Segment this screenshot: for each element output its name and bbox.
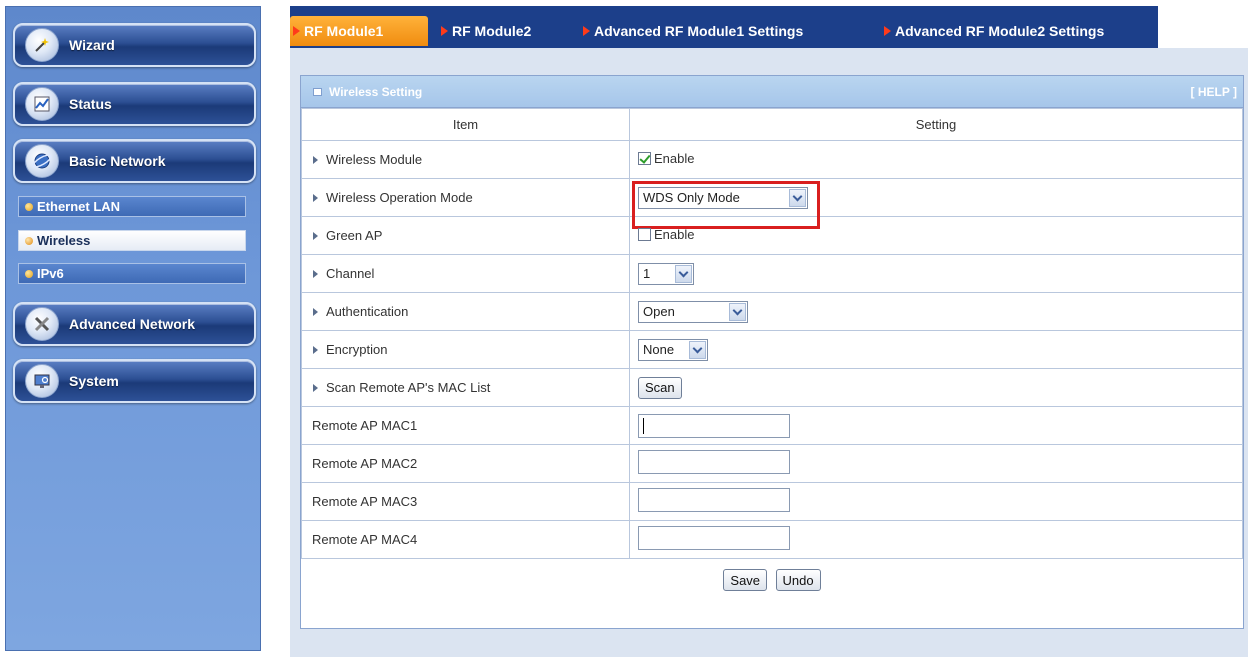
channel-select[interactable]: 1 (638, 262, 694, 285)
green-ap-enable-checkbox[interactable]: Enable (638, 227, 694, 242)
select-value: 1 (643, 266, 651, 281)
sidebar-item-label: Status (69, 96, 112, 112)
undo-button[interactable]: Undo (775, 569, 821, 591)
row-label: Encryption (301, 330, 630, 369)
sidebar-item-advanced-network[interactable]: Advanced Network (13, 302, 256, 346)
sidebar-item-label: Basic Network (69, 153, 166, 169)
chevron-down-icon (689, 340, 706, 359)
checkbox-unchecked-icon (638, 228, 651, 241)
form-actions: Save Undo (301, 569, 1243, 591)
chevron-down-icon (675, 264, 692, 283)
window-icon (313, 88, 322, 96)
row-label: Channel (301, 254, 630, 293)
row-label: Remote AP MAC1 (301, 406, 630, 445)
checkbox-label: Enable (654, 151, 695, 166)
scan-button[interactable]: Scan (638, 376, 682, 399)
panel-title: Wireless Setting (329, 85, 423, 99)
sidebar: Wizard Status Basic Network Ethernet LAN… (5, 6, 261, 651)
sidebar-subitem-label: Ethernet LAN (37, 199, 121, 214)
tab-bar: RF Module1 RF Module2 Advanced RF Module… (290, 6, 1158, 48)
row-label: Green AP (301, 216, 630, 255)
tab-label: RF Module2 (452, 23, 532, 39)
row-label: Remote AP MAC4 (301, 520, 630, 559)
row-label: Remote AP MAC2 (301, 444, 630, 483)
table-row: Authentication Open (301, 292, 1243, 331)
table-row: Remote AP MAC2 (301, 444, 1243, 483)
sidebar-subitem-label: IPv6 (37, 266, 64, 281)
sidebar-item-status[interactable]: Status (13, 82, 256, 126)
table-row: Remote AP MAC1 (301, 406, 1243, 445)
table-row: Wireless Module Enable (301, 140, 1243, 179)
checkbox-checked-icon (638, 152, 651, 165)
bullet-icon (25, 270, 33, 278)
chevron-down-icon (729, 302, 746, 321)
tab-rf-module1[interactable]: RF Module1 (290, 16, 428, 46)
operation-mode-select[interactable]: WDS Only Mode (638, 186, 808, 209)
arrow-right-icon (884, 26, 891, 36)
column-header-item: Item (301, 108, 630, 141)
tools-icon (25, 307, 59, 341)
tab-advanced-rf-module2-settings[interactable]: Advanced RF Module2 Settings (881, 16, 1104, 46)
tab-label: Advanced RF Module2 Settings (895, 23, 1105, 39)
table-row: Green AP Enable (301, 216, 1243, 255)
row-label: Remote AP MAC3 (301, 482, 630, 521)
remote-ap-mac2-input[interactable] (638, 450, 790, 474)
row-label: Authentication (301, 292, 630, 331)
chevron-down-icon (789, 188, 806, 207)
tab-rf-module2[interactable]: RF Module2 (438, 16, 531, 46)
row-label: Wireless Operation Mode (301, 178, 630, 217)
table-row: Encryption None (301, 330, 1243, 369)
help-link[interactable]: [ HELP ] (1191, 85, 1237, 99)
sidebar-item-basic-network[interactable]: Basic Network (13, 139, 256, 183)
arrow-right-icon (293, 26, 300, 36)
table-row: Wireless Operation Mode WDS Only Mode (301, 178, 1243, 229)
sidebar-subitem-ethernet-lan[interactable]: Ethernet LAN (18, 196, 246, 217)
checkbox-label: Enable (654, 227, 695, 242)
table-header-row: Item Setting (301, 108, 1243, 141)
tab-label: Advanced RF Module1 Settings (594, 23, 804, 39)
remote-ap-mac1-input[interactable] (638, 413, 790, 438)
table-row: Remote AP MAC3 (301, 482, 1243, 521)
select-value: None (643, 342, 675, 357)
select-value: WDS Only Mode (643, 190, 740, 205)
arrow-right-icon (583, 26, 590, 36)
sidebar-subitem-wireless[interactable]: Wireless (18, 230, 246, 251)
sidebar-item-label: System (69, 373, 119, 389)
chart-icon (25, 87, 59, 121)
table-row: Remote AP MAC4 (301, 520, 1243, 559)
authentication-select[interactable]: Open (638, 300, 748, 323)
sidebar-item-system[interactable]: System (13, 359, 256, 403)
encryption-select[interactable]: None (638, 338, 708, 361)
remote-ap-mac3-input[interactable] (638, 488, 790, 512)
arrow-right-icon (441, 26, 448, 36)
sidebar-subitem-label: Wireless (37, 233, 91, 248)
panel-header: Wireless Setting [ HELP ] (301, 76, 1243, 108)
bullet-icon (25, 203, 33, 211)
table-row: Scan Remote AP's MAC List Scan (301, 368, 1243, 407)
select-value: Open (643, 304, 675, 319)
row-label: Scan Remote AP's MAC List (301, 368, 630, 407)
save-button[interactable]: Save (723, 569, 768, 591)
column-header-setting: Setting (629, 108, 1243, 141)
sidebar-subitem-ipv6[interactable]: IPv6 (18, 263, 246, 284)
settings-table: Item Setting Wireless Module Enable Wire… (301, 108, 1243, 559)
tab-advanced-rf-module1-settings[interactable]: Advanced RF Module1 Settings (580, 16, 803, 46)
router-admin-page: Wizard Status Basic Network Ethernet LAN… (0, 0, 1248, 657)
globe-icon (25, 144, 59, 178)
row-label: Wireless Module (301, 140, 630, 179)
table-row: Channel 1 (301, 254, 1243, 293)
tab-label: RF Module1 (304, 23, 384, 39)
sidebar-item-label: Advanced Network (69, 316, 196, 332)
wireless-setting-panel: Wireless Setting [ HELP ] Item Setting W… (300, 75, 1244, 629)
remote-ap-mac4-input[interactable] (638, 526, 790, 550)
monitor-icon (25, 364, 59, 398)
wand-icon (25, 28, 59, 62)
wireless-module-enable-checkbox[interactable]: Enable (638, 151, 694, 166)
sidebar-item-label: Wizard (69, 37, 115, 53)
sidebar-item-wizard[interactable]: Wizard (13, 23, 256, 67)
bullet-icon (25, 237, 33, 245)
